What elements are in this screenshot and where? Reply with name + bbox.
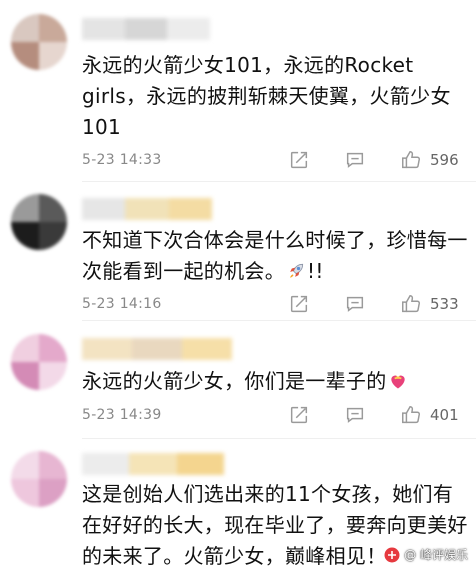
like-count: 596 <box>430 151 459 169</box>
share-icon[interactable] <box>288 149 310 171</box>
avatar[interactable] <box>11 334 67 390</box>
comment-item: 永远的火箭少女101，永远的Rocket girls，永远的披荆斩棘天使翼，火箭… <box>0 0 476 182</box>
like-count: 533 <box>430 295 459 313</box>
comment-text-body: 永远的火箭少女，你们是一辈子的 <box>82 369 387 393</box>
comment-time: 5-23 14:33 <box>82 152 162 168</box>
comment-meta: 5-23 14:39 401 <box>82 403 464 427</box>
toutiao-logo-icon <box>384 547 400 562</box>
like-count: 401 <box>430 406 459 424</box>
username[interactable] <box>82 198 212 220</box>
username[interactable] <box>82 338 232 360</box>
thumbs-up-icon[interactable] <box>400 149 422 171</box>
comment-meta: 5-23 14:16 533 <box>82 292 464 316</box>
share-icon[interactable] <box>288 293 310 315</box>
watermark-text: @ 峰评娱乐 <box>404 548 468 562</box>
comment-text: 永远的火箭少女101，永远的Rocket girls，永远的披荆斩棘天使翼，火箭… <box>82 53 451 139</box>
avatar[interactable] <box>11 451 67 507</box>
username[interactable] <box>82 18 211 40</box>
comment-text: 不知道下次合体会是什么时候了，珍惜每一次能看到一起的机会。 !! <box>82 225 468 287</box>
comment-actions: 596 <box>288 148 464 172</box>
comment-text-tail: !! <box>307 259 324 283</box>
rocket-emoji <box>290 263 304 278</box>
heart-ribbon-emoji <box>390 375 405 389</box>
comment-text-body: 不知道下次合体会是什么时候了，珍惜每一次能看到一起的机会。 <box>82 228 468 283</box>
comment-time: 5-23 14:39 <box>82 407 162 423</box>
thumbs-up-icon[interactable] <box>400 293 422 315</box>
username[interactable] <box>82 453 224 475</box>
avatar[interactable] <box>11 194 67 250</box>
comment-icon[interactable] <box>344 293 366 315</box>
comment-text: 永远的火箭少女，你们是一辈子的 <box>82 366 468 397</box>
share-icon[interactable] <box>288 404 310 426</box>
thumbs-up-icon[interactable] <box>400 404 422 426</box>
comment-icon[interactable] <box>344 149 366 171</box>
comment-time: 5-23 14:16 <box>82 296 162 312</box>
comment-item: 不知道下次合体会是什么时候了，珍惜每一次能看到一起的机会。 !! 5-23 14… <box>0 182 476 321</box>
comment-actions: 533 <box>288 292 464 316</box>
comment-meta: 5-23 14:33 596 <box>82 148 464 172</box>
comment-item: 永远的火箭少女，你们是一辈子的 5-23 14:39 401 <box>0 321 476 439</box>
comment-actions: 401 <box>288 403 464 427</box>
comment-icon[interactable] <box>344 404 366 426</box>
avatar[interactable] <box>11 14 67 70</box>
watermark: @ 峰评娱乐 <box>384 546 468 563</box>
